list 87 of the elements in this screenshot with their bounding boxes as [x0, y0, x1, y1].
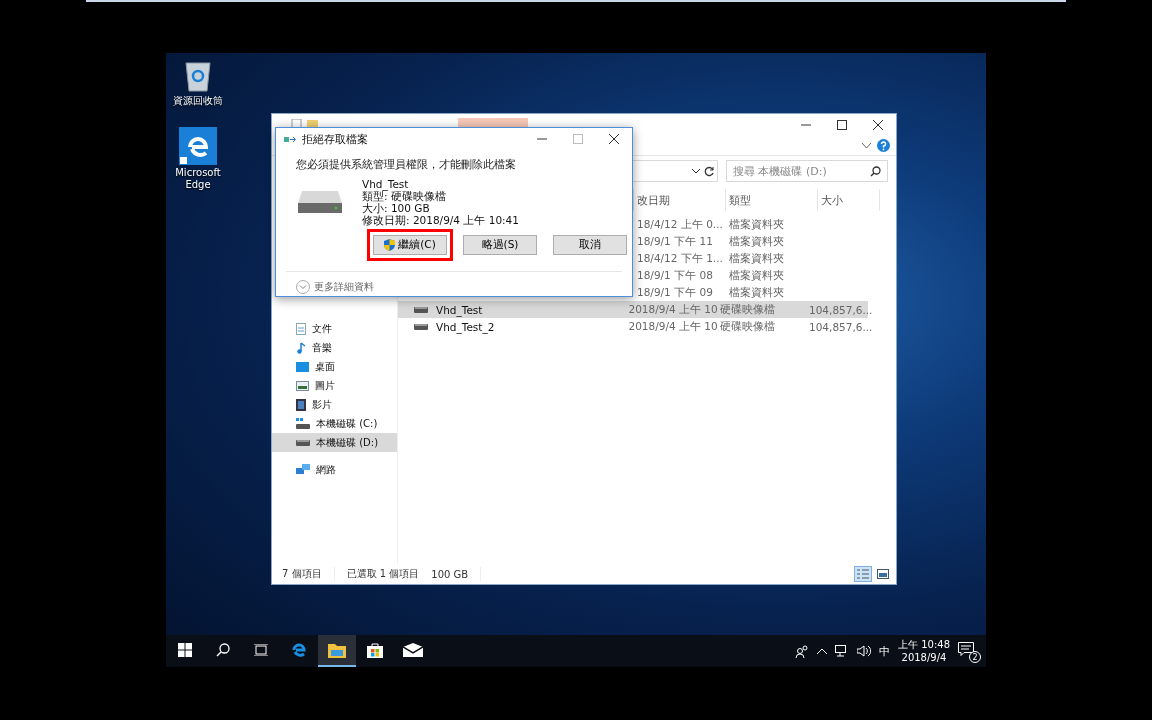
sidebar-item[interactable]: 本機磁碟 (D:) [272, 433, 397, 452]
selection-size: 100 GB [431, 568, 469, 580]
volume-icon[interactable] [857, 645, 871, 657]
date-cell-text: 18/4/12 下午 1... [636, 251, 724, 266]
file-detail: 大小: 100 GB [362, 202, 431, 214]
people-icon[interactable] [795, 644, 809, 658]
chevron-down-icon[interactable] [862, 142, 871, 149]
sidebar-item[interactable]: 桌面 [272, 357, 397, 376]
column-header[interactable]: 類型 [726, 189, 818, 211]
sidebar-item[interactable]: 網路 [272, 460, 397, 479]
more-details-toggle[interactable]: 更多詳細資料 [276, 272, 632, 294]
search-field[interactable]: 搜尋 本機磁碟 (D:) [726, 160, 888, 182]
edge-icon [179, 127, 217, 165]
file-move-icon [284, 134, 296, 144]
sidebar-item[interactable]: 音樂 [272, 338, 397, 357]
type-cell-text: 檔案資料夾 [728, 251, 785, 266]
shield-icon [384, 239, 396, 251]
large-icons-view-button[interactable] [874, 566, 892, 582]
refresh-icon [704, 165, 715, 177]
date-cell-text: 2018/9/4 上午 10 [627, 319, 718, 334]
envelope-icon [403, 643, 423, 657]
type-cell-text: 檔案資料夾 [728, 217, 785, 232]
selection-count: 已選取 1 個項目 [346, 567, 420, 581]
sidebar-item[interactable]: 圖片 [272, 376, 397, 395]
type-cell-text: 檔案資料夾 [728, 234, 785, 249]
date-cell-text: 18/9/1 下午 09 [636, 285, 714, 300]
desktop-icon-label[interactable]: Microsoft Edge [166, 167, 230, 191]
type-cell-text: 硬碟映像檔 [719, 319, 777, 334]
type-cell-text: 檔案資料夾 [728, 268, 785, 283]
date-cell-text: 2018/9/4 上午 10 [627, 302, 718, 317]
chevron-down-icon [692, 168, 700, 174]
list-icon [857, 569, 869, 579]
date-cell-text: 18/4/12 上午 0... [636, 217, 724, 232]
clock[interactable]: 上午 10:48 2018/9/4 [898, 638, 950, 664]
close-icon [609, 134, 619, 144]
windows-logo-icon [178, 643, 192, 657]
disk-image-icon [414, 305, 428, 314]
task-view-icon [254, 644, 268, 656]
column-header[interactable]: 大小 [818, 189, 880, 211]
desktop-icon-label[interactable]: 資源回收筒 [173, 95, 223, 107]
sidebar-item[interactable]: 影片 [272, 395, 397, 414]
shopping-bag-icon [366, 641, 384, 659]
item-count: 7 個項目 [282, 567, 322, 581]
picture-icon [296, 380, 309, 391]
type-cell-text: 檔案資料夾 [728, 285, 785, 300]
edge-icon [290, 641, 308, 659]
hard-drive-icon [298, 189, 342, 215]
sidebar-item[interactable]: 本機磁碟 (C:) [272, 414, 397, 433]
maximize-icon [573, 134, 583, 144]
drive-icon [296, 438, 310, 447]
music-note-icon [296, 341, 306, 354]
image-icon [877, 569, 889, 579]
dialog-title: 拒絕存取檔案 [302, 131, 368, 147]
network-icon[interactable] [835, 645, 849, 657]
disk-image-icon [414, 322, 428, 331]
input-method-indicator[interactable]: 中 [879, 643, 890, 659]
notification-count: 2 [969, 651, 981, 663]
film-icon [296, 398, 306, 411]
type-cell-text: 硬碟映像檔 [719, 302, 777, 317]
date-cell-text: 18/9/1 下午 11 [636, 234, 714, 249]
chevron-down-circle-icon [296, 280, 310, 294]
sidebar-item[interactable]: 文件 [272, 319, 397, 338]
message-icon [958, 642, 974, 656]
dialog-button[interactable]: 略過(S) [463, 235, 537, 255]
search-icon [870, 165, 881, 177]
help-icon[interactable] [877, 139, 890, 152]
file-name: Vhd_Test [362, 178, 409, 190]
desktop-icon [296, 361, 309, 372]
date-cell-text: 18/9/1 下午 08 [636, 268, 714, 283]
file-name: Vhd_Test_2 [435, 320, 496, 333]
network-icon [296, 463, 310, 476]
dialog-message: 您必須提供系統管理員權限，才能刪除此檔案 [295, 157, 517, 172]
document-icon [296, 322, 306, 335]
taskbar-app-button[interactable] [318, 635, 356, 667]
chevron-up-icon[interactable] [817, 648, 827, 654]
file-detail: 修改日期: 2018/9/4 上午 10:41 [362, 214, 519, 226]
close-icon [873, 120, 883, 130]
file-detail: 類型: 硬碟映像檔 [362, 190, 447, 202]
maximize-icon [837, 120, 847, 130]
dialog-button[interactable]: 取消 [553, 235, 627, 255]
search-icon [216, 643, 230, 657]
system-drive-icon [296, 417, 310, 430]
file-name: Vhd_Test [435, 303, 484, 316]
column-header[interactable]: 改日期 [634, 189, 726, 211]
folder-icon [328, 642, 346, 658]
notification-button[interactable]: 2 [958, 641, 978, 661]
dialog-button[interactable]: 繼續(C) [373, 235, 447, 255]
